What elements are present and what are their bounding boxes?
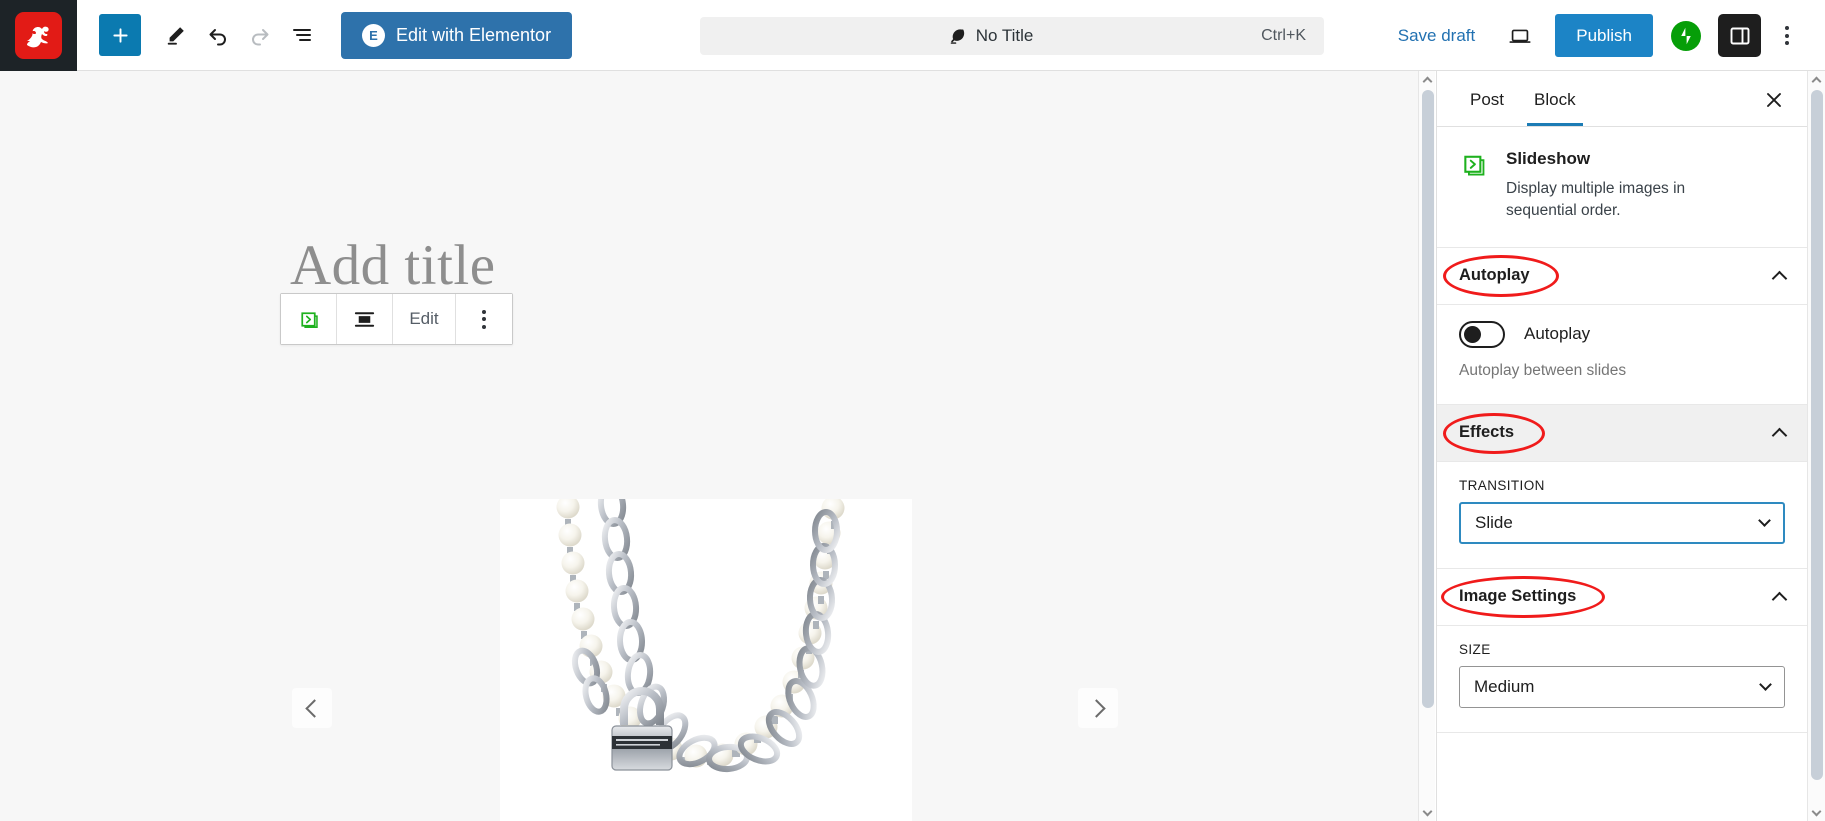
scroll-down-arrow-icon[interactable] (1419, 804, 1436, 821)
block-toolbar: Edit (280, 293, 513, 345)
edit-with-elementor-button[interactable]: E Edit with Elementor (341, 11, 573, 59)
panel-body-image-settings: SIZE Medium (1437, 626, 1807, 733)
canvas-scrollbar[interactable] (1418, 71, 1435, 821)
sidebar-scrollbar-thumb[interactable] (1811, 90, 1823, 780)
close-icon (1767, 93, 1781, 107)
canvas-scrollbar-thumb[interactable] (1421, 90, 1434, 708)
block-editor-window: E Edit with Elementor No Title Ctrl+K Sa… (0, 0, 1825, 821)
panel-body-effects: TRANSITION Slide (1437, 462, 1807, 569)
sidebar-scrollbar[interactable] (1807, 71, 1825, 821)
chevron-up-icon (1771, 427, 1788, 444)
slideshow-next-button[interactable] (1078, 688, 1118, 728)
align-center-icon (354, 311, 375, 327)
block-options-button[interactable] (456, 294, 512, 344)
close-sidebar-button[interactable] (1757, 83, 1791, 117)
site-logo-tile[interactable] (0, 0, 77, 71)
feather-pen-icon (950, 29, 964, 44)
panel-body-autoplay: Autoplay Autoplay between slides (1437, 305, 1807, 405)
editor-options-button[interactable] (1767, 14, 1807, 58)
chevron-left-icon (304, 698, 324, 718)
slideshow-block[interactable] (500, 499, 912, 821)
editor-canvas[interactable]: Add title Edit (0, 71, 1418, 821)
size-select[interactable]: Medium (1459, 665, 1785, 708)
primary-tools-group: E Edit with Elementor (77, 11, 573, 59)
three-dots-vertical-icon (1785, 26, 1789, 45)
chevron-down-icon (1758, 514, 1771, 528)
panel-header-image-settings[interactable]: Image Settings (1437, 569, 1807, 626)
slideshow-prev-button[interactable] (292, 688, 332, 728)
document-title-text: No Title (975, 26, 1034, 45)
command-palette-bar[interactable]: No Title Ctrl+K (700, 17, 1324, 55)
settings-panel-toggle-button[interactable] (1718, 14, 1761, 57)
chevron-up-icon (1771, 270, 1788, 287)
post-title-placeholder[interactable]: Add title (290, 233, 496, 298)
list-view-button[interactable] (281, 14, 323, 56)
jetpack-icon[interactable] (1671, 20, 1701, 51)
edit-block-button[interactable]: Edit (393, 294, 456, 344)
autoplay-toggle-label: Autoplay (1524, 324, 1591, 344)
tools-pencil-button[interactable] (155, 14, 197, 56)
add-block-button[interactable] (99, 14, 141, 56)
settings-panel-icon (1730, 27, 1749, 44)
redo-button[interactable] (239, 14, 281, 56)
chevron-right-icon (1086, 698, 1106, 718)
toggle-knob (1464, 325, 1481, 343)
block-settings-sidebar: Post Block Slideshow Display multiple im… (1436, 71, 1807, 821)
autoplay-toggle[interactable] (1459, 320, 1505, 348)
panel-title-image-settings: Image Settings (1459, 587, 1577, 606)
undo-button[interactable] (197, 14, 239, 56)
scroll-up-arrow-icon[interactable] (1808, 71, 1825, 88)
undo-arrow-icon (209, 29, 226, 46)
sidebar-tabs: Post Block (1437, 71, 1807, 127)
panel-header-autoplay[interactable]: Autoplay (1437, 248, 1807, 305)
chevron-down-icon (1759, 678, 1772, 692)
elementor-badge-icon: E (362, 23, 385, 47)
tab-block[interactable]: Block (1519, 73, 1591, 126)
panel-header-effects[interactable]: Effects (1437, 404, 1807, 462)
autoplay-help-text: Autoplay between slides (1459, 361, 1627, 379)
scroll-up-arrow-icon[interactable] (1419, 71, 1436, 88)
slideshow-block-icon (301, 311, 318, 328)
dragon-logo-icon (15, 11, 62, 59)
transition-select[interactable]: Slide (1459, 501, 1785, 544)
block-description-text: Display multiple images in sequential or… (1506, 180, 1686, 220)
save-draft-button[interactable]: Save draft (1384, 17, 1490, 55)
panel-title-autoplay: Autoplay (1459, 266, 1530, 285)
size-select-value: Medium (1474, 676, 1535, 696)
size-field-label: SIZE (1459, 641, 1491, 657)
edit-with-elementor-label: Edit with Elementor (396, 24, 552, 45)
scroll-down-arrow-icon[interactable] (1808, 804, 1825, 821)
list-view-icon (293, 29, 311, 41)
preview-button[interactable] (1497, 14, 1543, 58)
tab-post[interactable]: Post (1455, 73, 1519, 125)
block-name-text: Slideshow (1506, 149, 1591, 168)
three-dots-vertical-icon (482, 309, 486, 329)
publish-tools-group: Save draft Publish (1384, 0, 1825, 71)
align-button[interactable] (337, 294, 393, 344)
pencil-icon (167, 27, 184, 45)
transition-select-value: Slide (1475, 512, 1513, 532)
editor-top-bar: E Edit with Elementor No Title Ctrl+K Sa… (0, 0, 1825, 71)
transition-field-label: TRANSITION (1459, 477, 1545, 493)
redo-arrow-icon (252, 29, 269, 46)
necklace-product-image (500, 499, 912, 821)
block-info-card: Slideshow Display multiple images in seq… (1437, 127, 1807, 248)
laptop-preview-icon (1509, 29, 1531, 43)
panel-title-effects: Effects (1459, 423, 1515, 442)
slideshow-block-icon (1459, 151, 1489, 181)
chevron-up-icon (1771, 591, 1788, 608)
block-type-button[interactable] (281, 294, 337, 344)
publish-button[interactable]: Publish (1555, 14, 1653, 57)
command-center-group: No Title (718, 26, 1261, 46)
command-shortcut-text: Ctrl+K (1261, 27, 1306, 44)
